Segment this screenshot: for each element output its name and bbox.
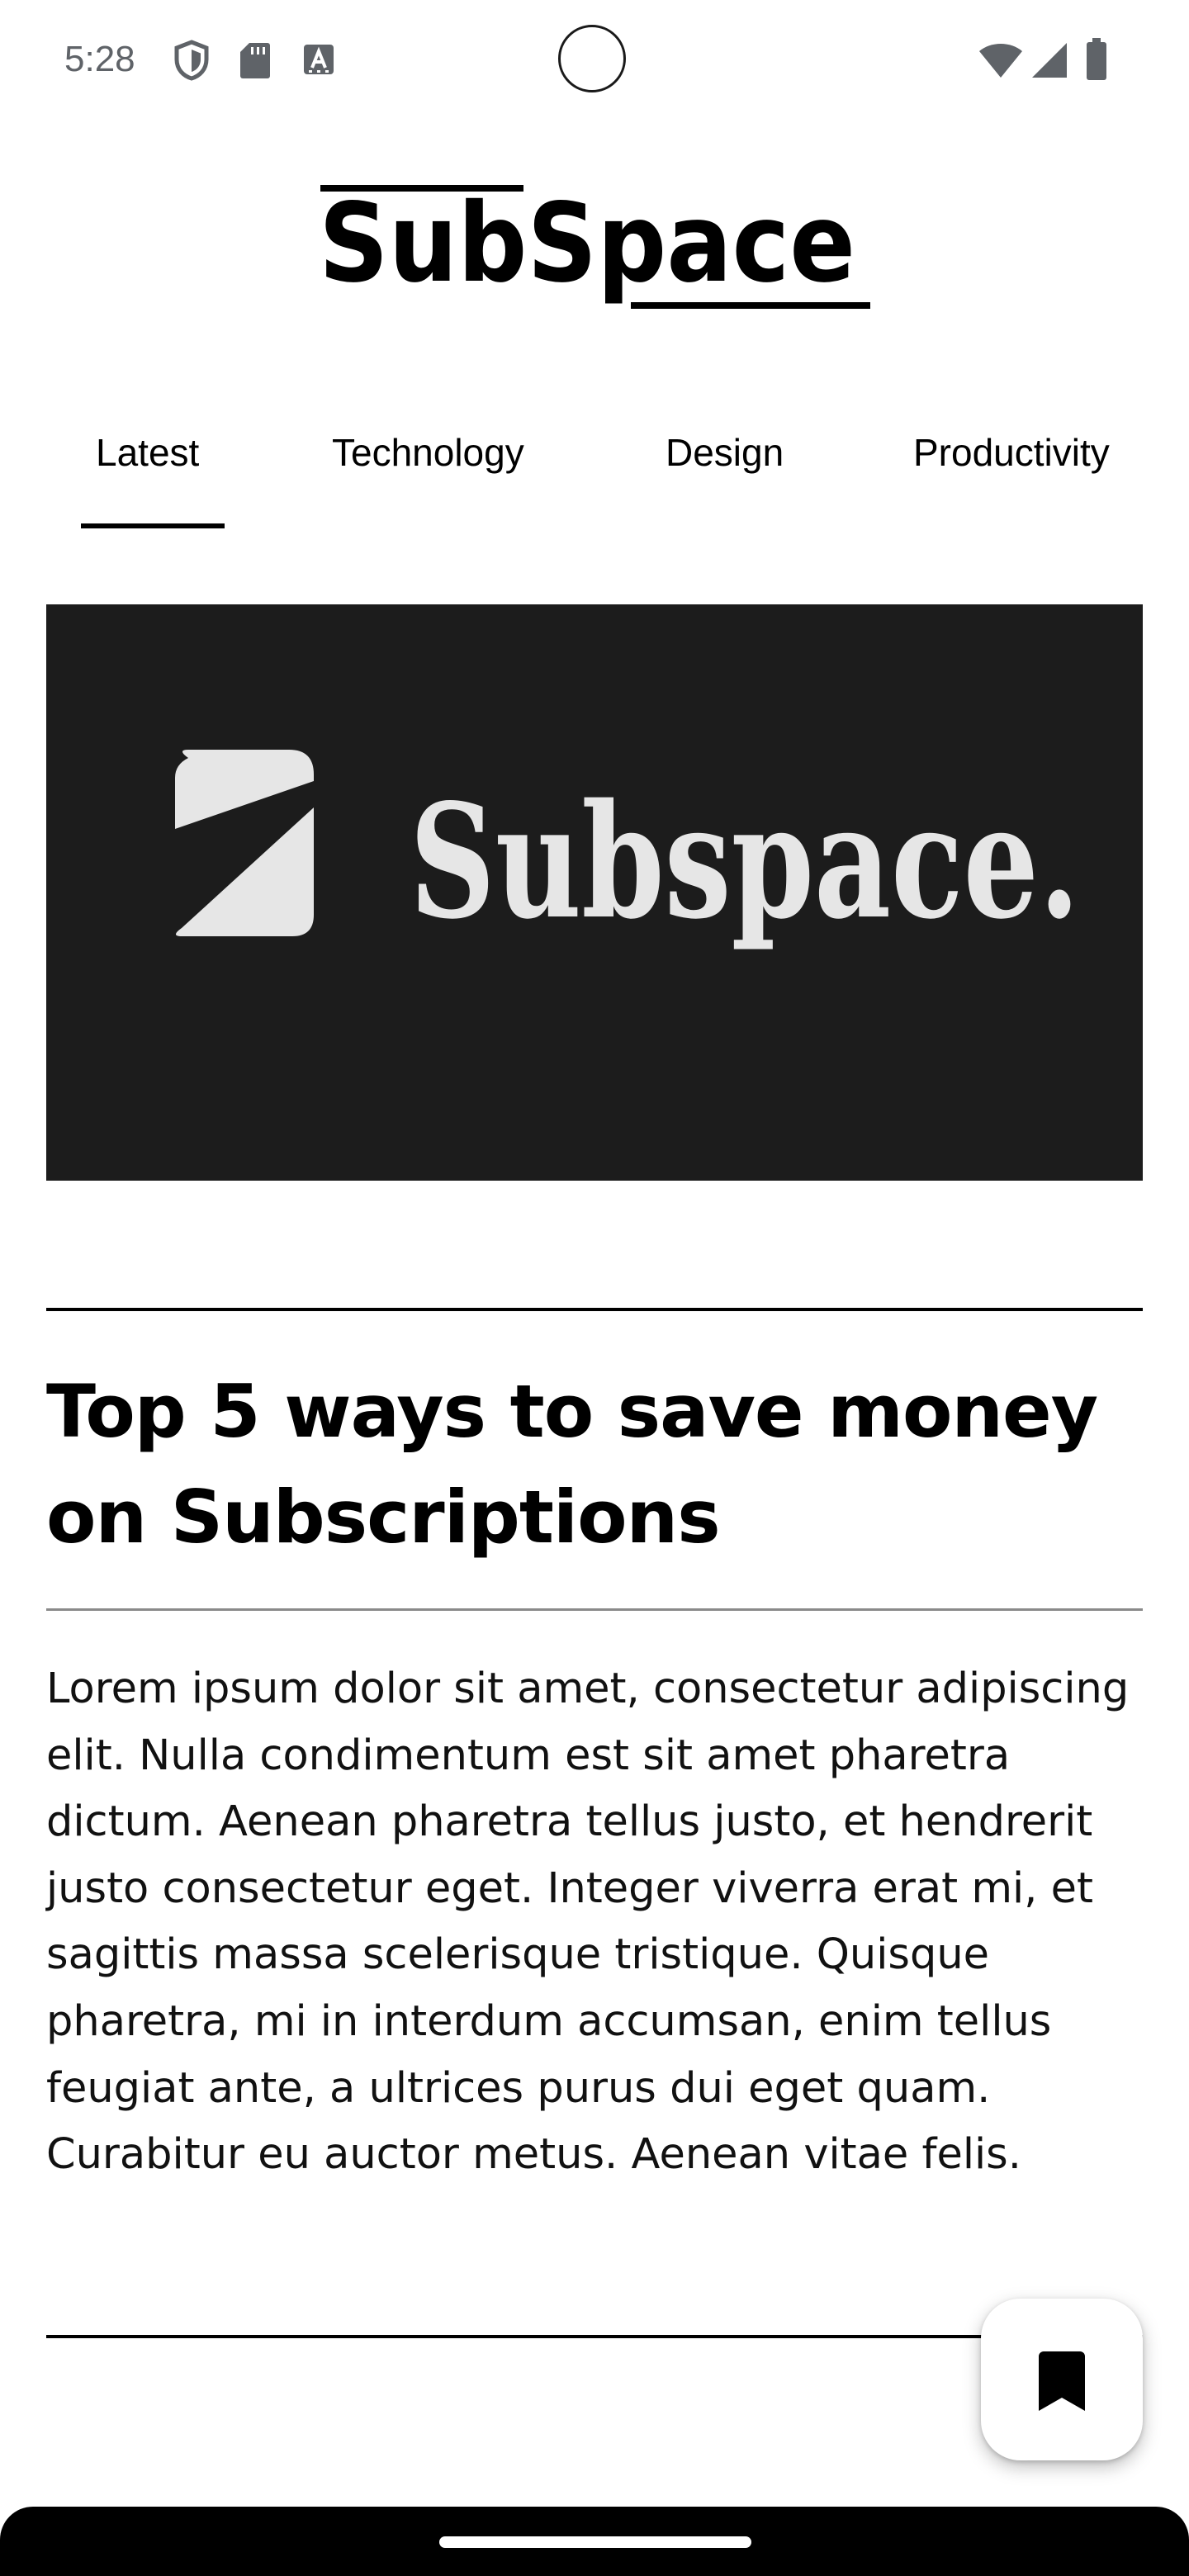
status-time: 5:28 <box>64 39 135 79</box>
wifi-icon <box>979 44 1022 78</box>
article-end-divider <box>46 2335 1143 2338</box>
camera-cutout <box>558 25 626 92</box>
bookmark-icon <box>1039 2351 1085 2411</box>
title-top-divider <box>46 1308 1143 1311</box>
home-gesture-handle[interactable] <box>439 2536 751 2548</box>
article-hero-image: Subspace. <box>46 604 1143 1181</box>
system-navigation-bar <box>0 2507 1189 2576</box>
article-body: Lorem ipsum dolor sit amet, consectetur … <box>46 1664 1130 2180</box>
title-bottom-divider <box>46 1608 1143 1611</box>
category-tabs: Latest Technology Design Productivity <box>0 405 1189 528</box>
shield-icon <box>174 40 209 81</box>
keyboard-a-icon <box>304 45 334 74</box>
bookmark-button[interactable] <box>981 2299 1143 2460</box>
article-title: Top 5 ways to save money on Subscription… <box>46 1369 1098 1560</box>
tab-latest[interactable]: Latest <box>96 429 199 476</box>
hero-logo-text: Subspace. <box>410 769 1080 954</box>
app-logo-text: SubSpace <box>319 180 855 307</box>
tab-productivity[interactable]: Productivity <box>913 429 1110 476</box>
subspace-logo-mark <box>175 750 314 936</box>
battery-icon <box>1087 38 1106 80</box>
tab-technology[interactable]: Technology <box>332 429 524 476</box>
status-bar: 5:28 <box>0 0 1189 119</box>
subspace-logo-image: Subspace. <box>175 750 1080 954</box>
selected-tab-indicator <box>81 523 225 528</box>
cell-signal-icon <box>1032 43 1067 78</box>
app-logo: SubSpace <box>319 180 870 309</box>
tab-design[interactable]: Design <box>666 429 784 476</box>
sd-card-icon <box>240 43 270 78</box>
